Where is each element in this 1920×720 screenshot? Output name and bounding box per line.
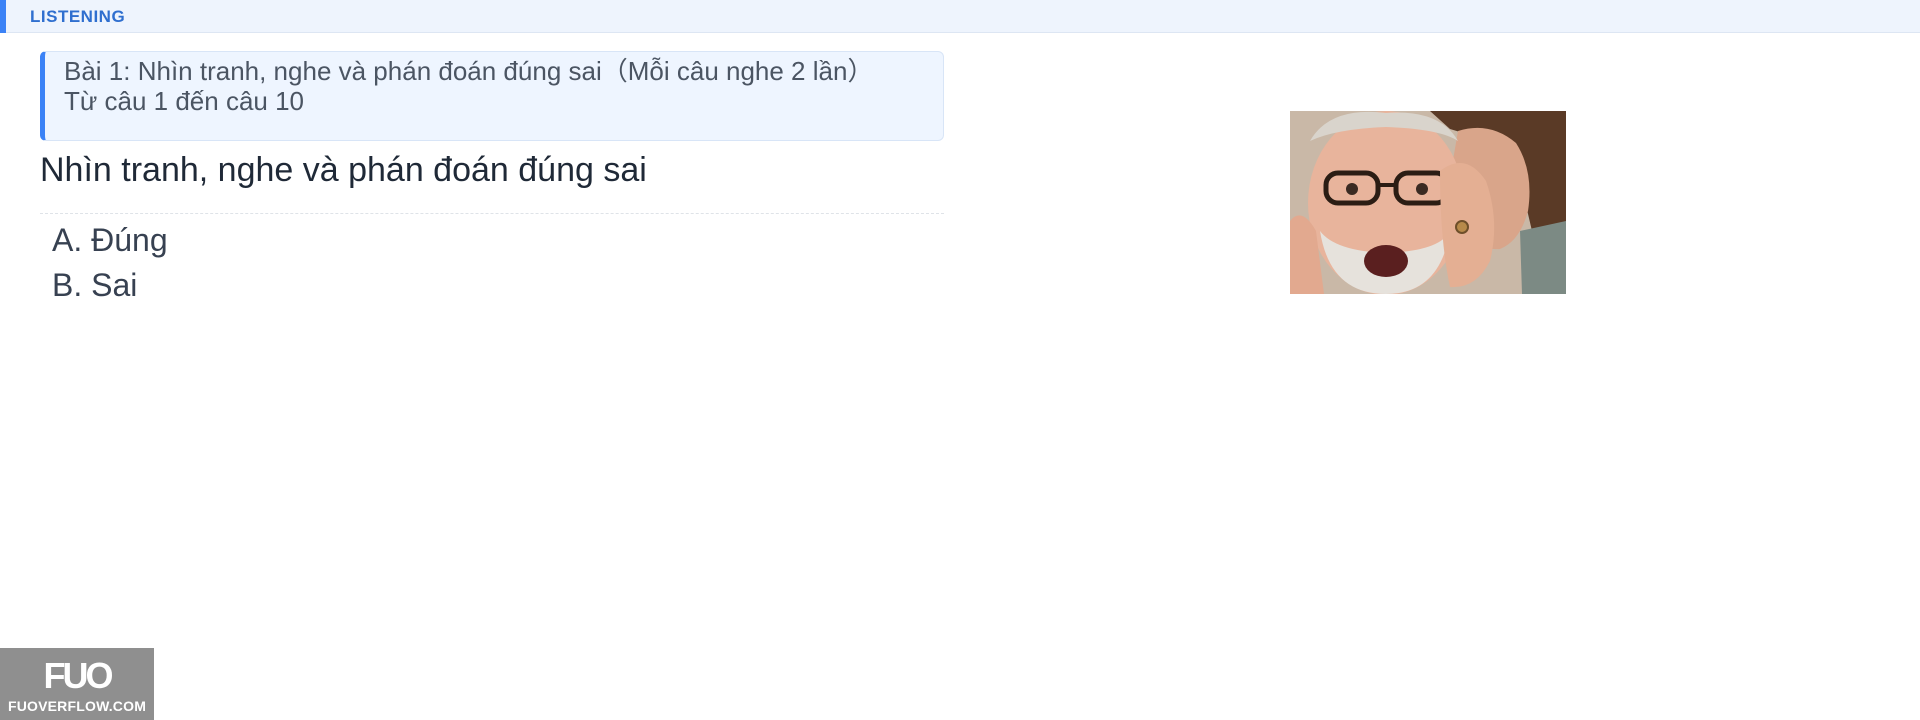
svg-text:FUO: FUO (44, 655, 113, 696)
answer-option-a[interactable]: A. Đúng (52, 220, 168, 260)
instruction-line-1: Bài 1: Nhìn tranh, nghe và phán đoán đún… (64, 56, 874, 86)
watermark-site-text: FUOVERFLOW.COM (7, 698, 147, 714)
section-header: LISTENING (0, 0, 1920, 33)
fuo-logo-icon: FUO (44, 655, 116, 696)
instruction-line-2: Từ câu 1 đến câu 10 (64, 86, 305, 116)
watermark: FUO FUOVERFLOW.COM (0, 648, 154, 720)
answer-option-b[interactable]: B. Sai (52, 265, 137, 305)
question-text: Nhìn tranh, nghe và phán đoán đúng sai (40, 151, 647, 189)
section-label: LISTENING (30, 7, 126, 26)
question-image (1290, 111, 1566, 294)
divider (40, 213, 944, 214)
instruction-box: Bài 1: Nhìn tranh, nghe và phán đoán đún… (40, 51, 944, 141)
section-accent-bar (0, 0, 6, 33)
